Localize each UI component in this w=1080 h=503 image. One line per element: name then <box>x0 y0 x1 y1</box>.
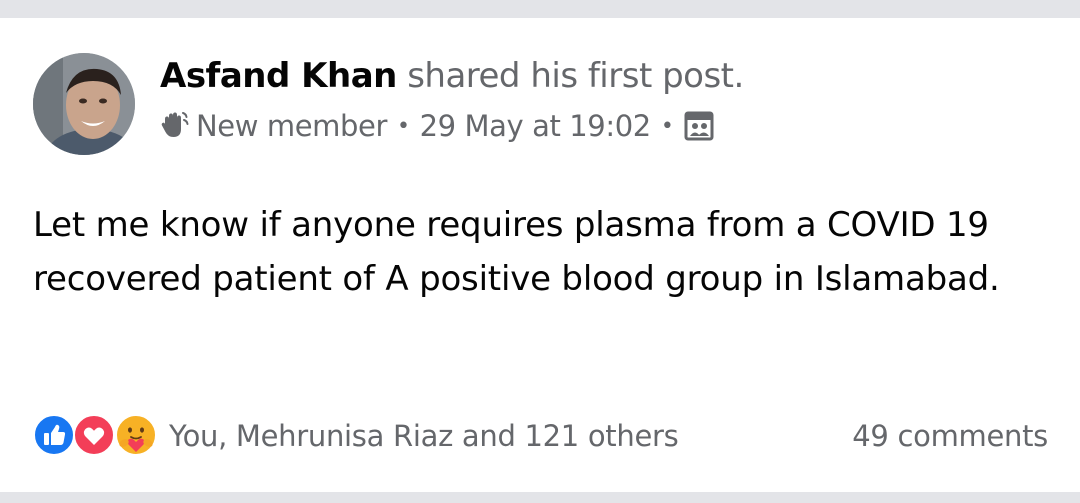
wave-hand-icon <box>158 110 190 142</box>
reactions-summary[interactable]: You, Mehrunisa Riaz and 121 others <box>169 414 679 458</box>
group-privacy-icon[interactable] <box>683 110 715 142</box>
avatar-photo <box>33 53 135 155</box>
post-action-text: shared his first post. <box>407 56 744 96</box>
meta-separator-dot: • <box>660 113 674 139</box>
reaction-icons[interactable] <box>33 414 163 458</box>
author-name[interactable]: Asfand Khan <box>160 56 397 96</box>
post-timestamp[interactable]: 29 May at 19:02 <box>420 109 652 143</box>
comments-count[interactable]: 49 comments <box>852 414 1048 458</box>
meta-separator-dot: • <box>397 113 410 139</box>
care-icon <box>115 414 157 456</box>
post-meta: New member • 29 May at 19:02 • <box>158 106 715 146</box>
feed-separator-bottom <box>0 492 1080 503</box>
member-badge-text: New member <box>196 109 387 143</box>
avatar[interactable] <box>33 53 135 155</box>
feed-separator-top <box>0 0 1080 18</box>
post-body: Let me know if anyone requires plasma fr… <box>33 205 1000 299</box>
post-footer: You, Mehrunisa Riaz and 121 others 49 co… <box>33 410 1048 460</box>
love-icon <box>73 414 115 456</box>
post-header: Asfand Khan shared his first post. <box>160 52 744 100</box>
like-icon <box>33 414 75 456</box>
